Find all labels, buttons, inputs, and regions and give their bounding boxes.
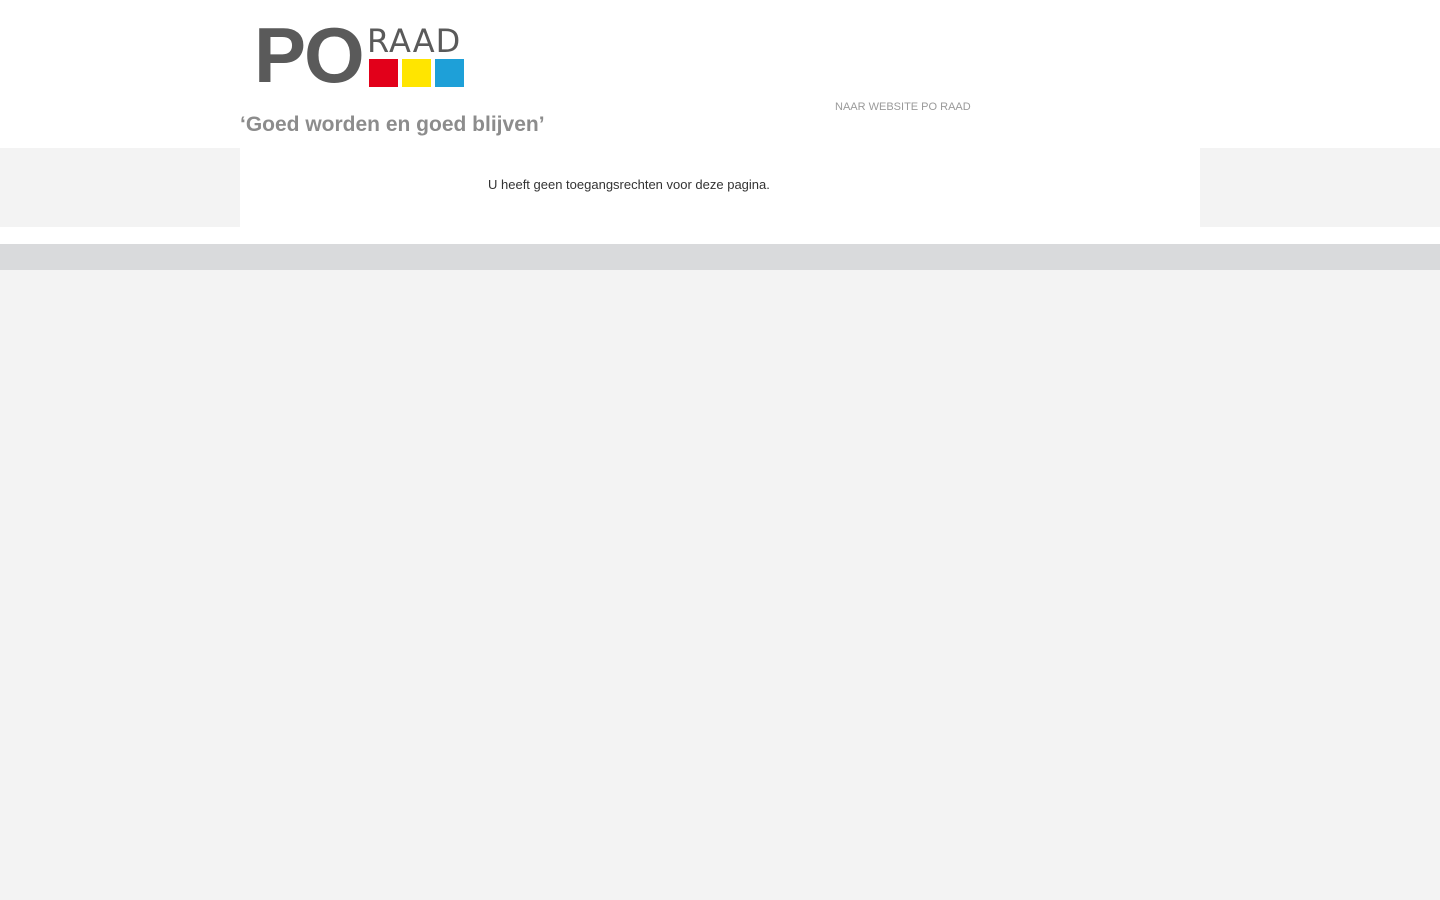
website-po-raad-link[interactable]: NAAR WEBSITE PO RAAD [835, 101, 971, 113]
logo-po-text: PO [254, 11, 365, 99]
logo-yellow-square [402, 59, 431, 87]
logo-red-square [369, 59, 398, 87]
logo-blue-square [435, 59, 464, 87]
access-denied-message: U heeft geen toegangsrechten voor deze p… [488, 177, 770, 192]
logo-raad-text: RAAD [367, 22, 462, 60]
site-tagline: ‘Goed worden en goed blijven’ [240, 113, 545, 136]
page-header: PO RAAD ‘Goed worden en goed blijven’ NA… [0, 0, 1440, 148]
po-raad-logo[interactable]: PO RAAD [254, 11, 466, 99]
footer-bar [0, 244, 1440, 270]
main-content: U heeft geen toegangsrechten voor deze p… [240, 148, 1200, 244]
